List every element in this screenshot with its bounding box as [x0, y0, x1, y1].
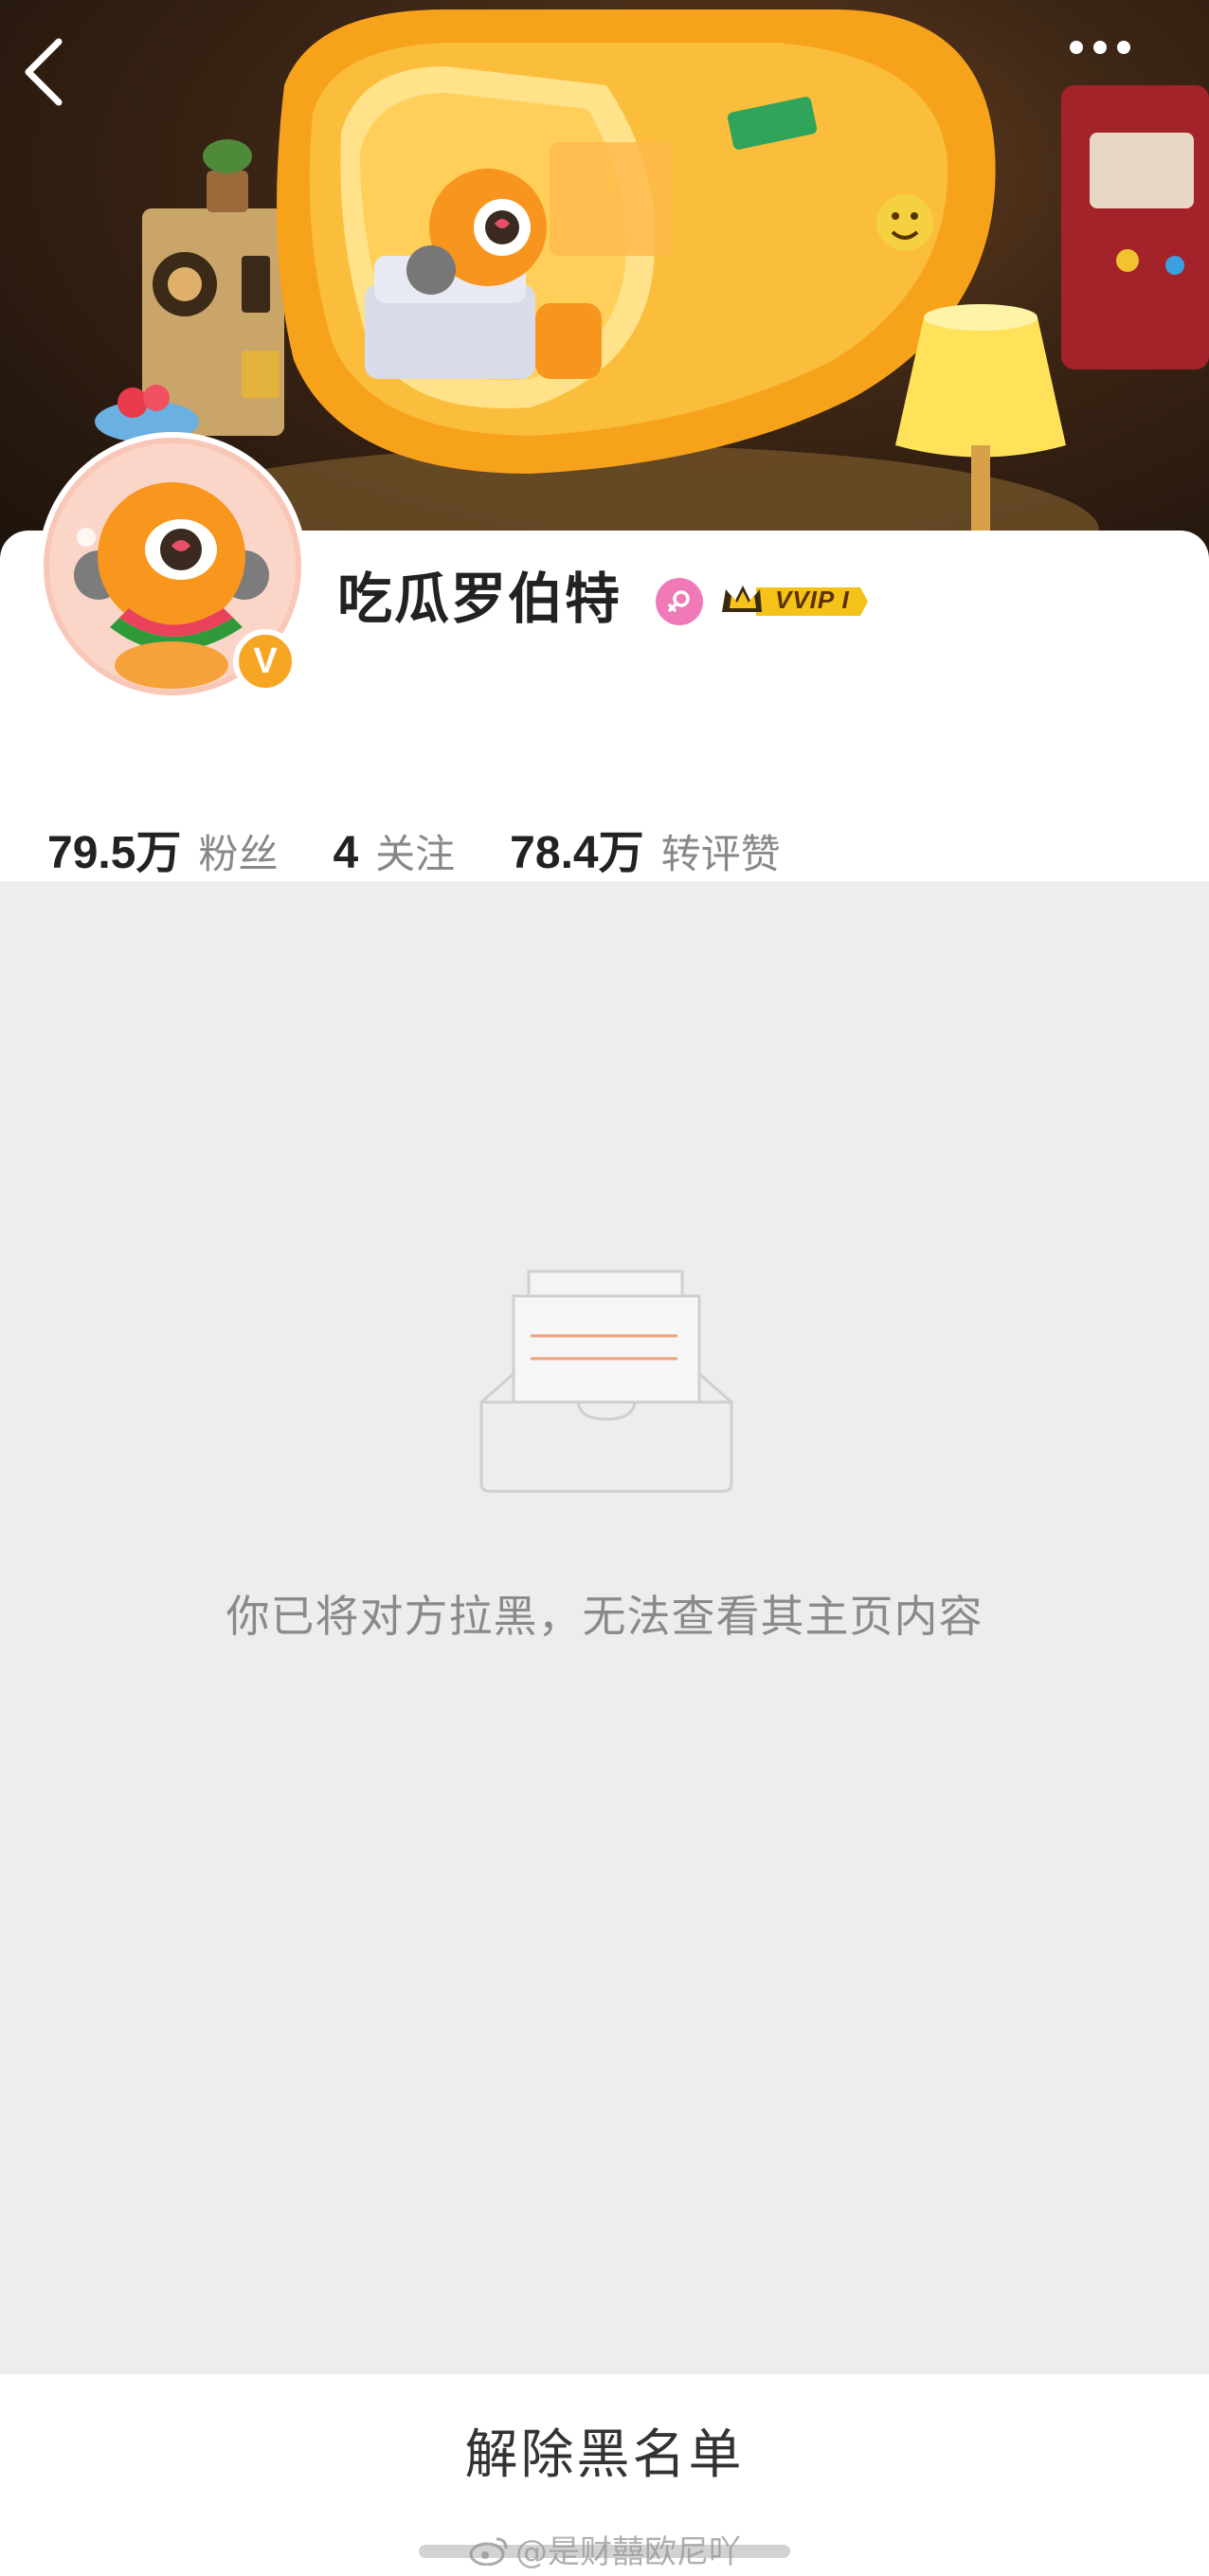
- watermark: @是财囍欧尼吖: [0, 2526, 1209, 2572]
- gender-badge: [656, 578, 703, 625]
- weibo-logo-icon: [469, 2537, 508, 2566]
- bottom-bar: 解除黑名单 @是财囍欧尼吖: [0, 2374, 1209, 2576]
- stat-label: 转评赞: [660, 831, 781, 877]
- stat-label: 关注: [375, 831, 456, 877]
- stat-value: 78.4万: [510, 828, 644, 878]
- empty-box-icon: [479, 1270, 733, 1493]
- vip-badge[interactable]: VVIP I: [718, 580, 870, 623]
- stat-label: 粉丝: [198, 831, 279, 877]
- watermark-text: @是财囍欧尼吖: [515, 2533, 741, 2571]
- back-button[interactable]: [23, 38, 108, 123]
- stat-following[interactable]: 4 关注: [333, 822, 455, 880]
- stat-followers[interactable]: 79.5万 粉丝: [47, 815, 278, 881]
- username: 吃瓜罗伯特: [337, 567, 623, 631]
- more-button[interactable]: [1067, 38, 1152, 123]
- more-dots-icon: [1070, 41, 1130, 54]
- verified-badge-text: V: [253, 640, 278, 681]
- stat-value: 4: [333, 828, 359, 878]
- unblock-button[interactable]: 解除黑名单: [0, 2374, 1209, 2526]
- female-icon: [668, 590, 690, 612]
- vip-label: VVIP I: [775, 585, 850, 614]
- profile-stats: 79.5万 粉丝 4 关注 78.4万 转评赞: [47, 815, 836, 881]
- blocked-message: 你已将对方拉黑，无法查看其主页内容: [226, 1591, 983, 1642]
- stat-interactions[interactable]: 78.4万 转评赞: [510, 815, 780, 881]
- back-arrow-icon: [25, 38, 63, 106]
- verified-badge: V: [233, 629, 298, 694]
- stat-value: 79.5万: [47, 828, 182, 878]
